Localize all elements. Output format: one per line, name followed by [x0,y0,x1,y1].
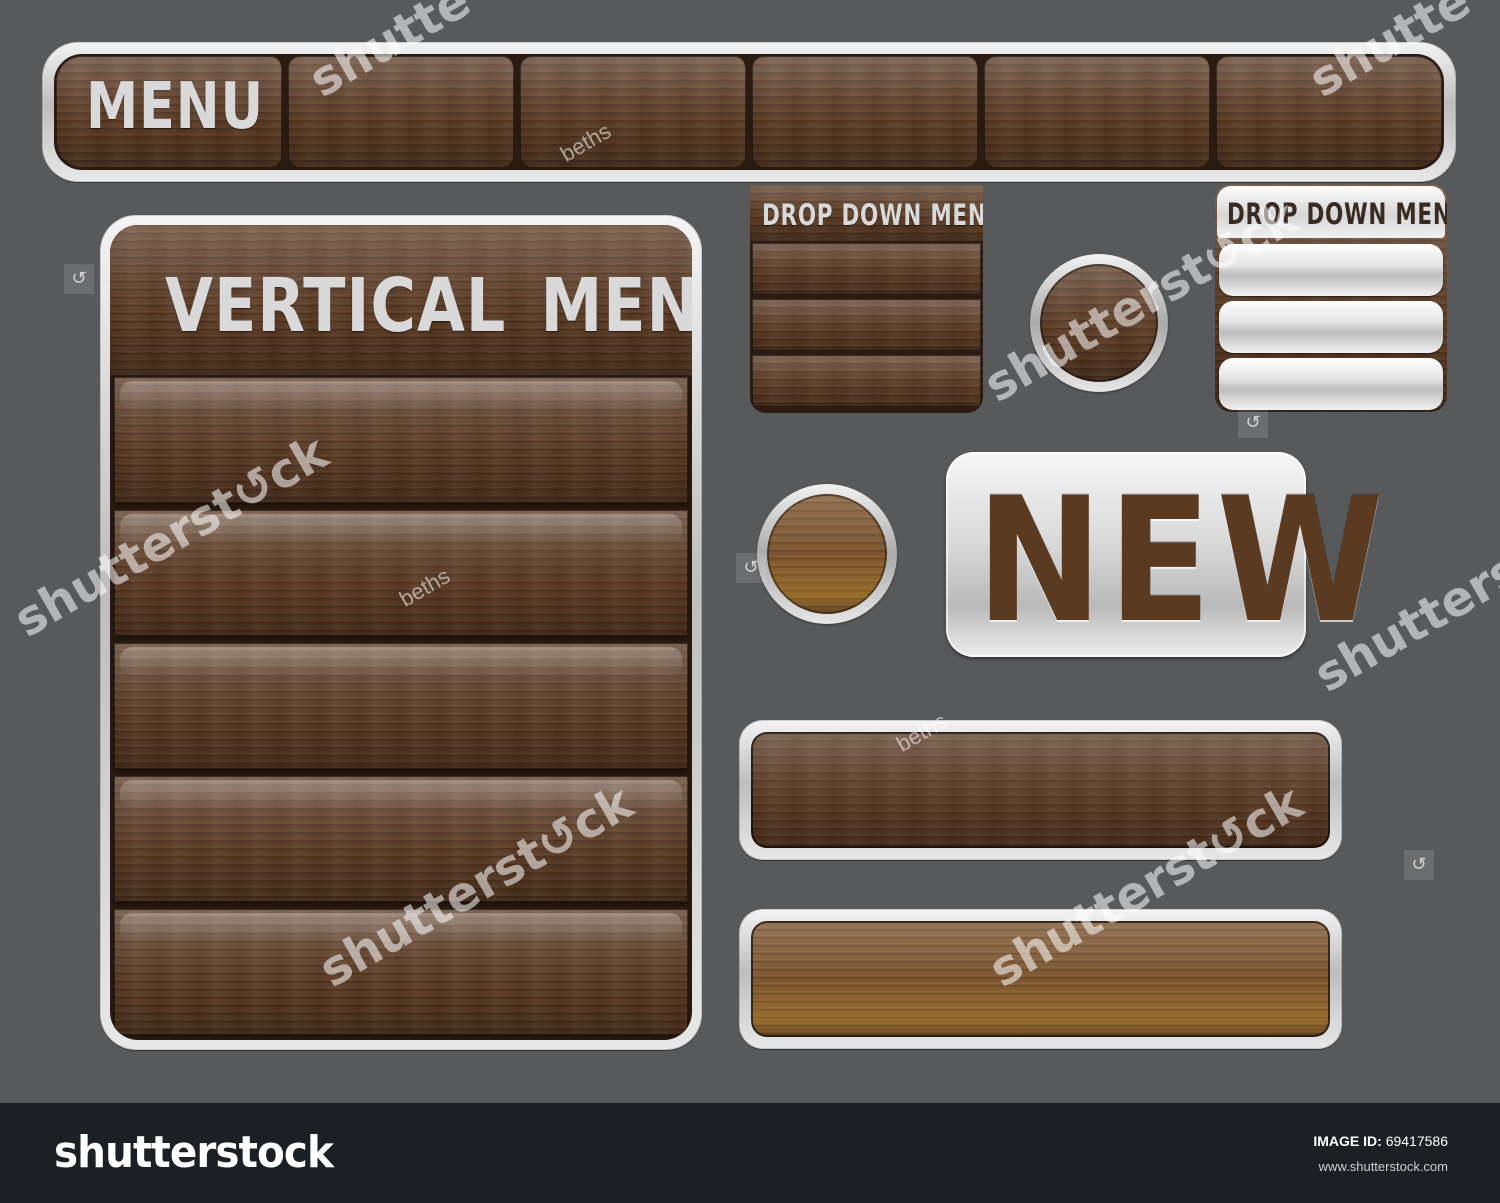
footer-logo: shutterstock [54,1127,334,1178]
vertical-menu-item[interactable] [114,776,688,902]
dropdown-item[interactable] [1219,358,1443,410]
top-menu-track: MENU [54,54,1444,170]
round-button-face [767,494,887,614]
new-badge-button[interactable]: NEW [946,452,1384,661]
dropdown-item[interactable] [752,355,981,407]
wide-button-face [751,732,1330,848]
footer-url: www.shutterstock.com [1318,1159,1448,1174]
stock-footer: shutterstock IMAGE ID: 69417586 www.shut… [0,1103,1500,1203]
dropdown-title: DROP DOWN MENU [1227,197,1447,231]
wide-button-dark[interactable] [739,720,1342,860]
vertical-menu-panel: VERTICAL MENU [100,215,702,1050]
top-menu-tab-menu[interactable]: MENU [56,56,282,168]
top-menu-tab[interactable] [752,56,978,168]
watermark-mark-icon: ↺ [1404,850,1434,880]
vertical-menu-body: VERTICAL MENU [110,225,692,1040]
dropdown-title: DROP DOWN MENU [762,198,983,232]
dropdown-menu-wood: DROP DOWN MENU [750,185,983,413]
dropdown-item[interactable] [1219,301,1443,353]
watermark-mark-icon: ↺ [64,264,94,294]
top-menu-tab[interactable] [1216,56,1442,168]
dropdown-header[interactable]: DROP DOWN MENU [1217,186,1447,238]
dropdown-header[interactable]: DROP DOWN MENU [750,185,983,241]
vertical-menu-title: VERTICAL MENU [165,263,692,349]
vertical-menu-item[interactable] [114,510,688,636]
round-button-light[interactable] [757,484,897,624]
top-menu-tab[interactable] [984,56,1210,168]
dropdown-item[interactable] [752,299,981,351]
dropdown-item[interactable] [1219,244,1443,296]
wide-button-face [751,921,1330,1037]
vertical-menu-item[interactable] [114,643,688,769]
round-button-dark[interactable] [1030,254,1168,392]
dropdown-menu-silver: DROP DOWN MENU [1215,184,1447,412]
top-menu-tab[interactable] [288,56,514,168]
vertical-menu-header: VERTICAL MENU [110,225,692,375]
top-menu-label: MENU [86,70,264,144]
round-button-face [1040,264,1158,382]
vertical-menu-item[interactable] [114,909,688,1035]
top-menu-tab[interactable] [520,56,746,168]
watermark-mark-icon: ↺ [1238,408,1268,438]
new-badge-text: NEW [976,460,1389,661]
dropdown-item[interactable] [752,243,981,295]
footer-id-label: IMAGE ID: [1313,1133,1382,1149]
wide-button-light[interactable] [739,909,1342,1049]
vertical-menu-item[interactable] [114,377,688,503]
footer-id-value: 69417586 [1385,1133,1448,1149]
top-menu-bar: MENU [42,42,1456,182]
footer-image-id: IMAGE ID: 69417586 [1313,1133,1448,1149]
